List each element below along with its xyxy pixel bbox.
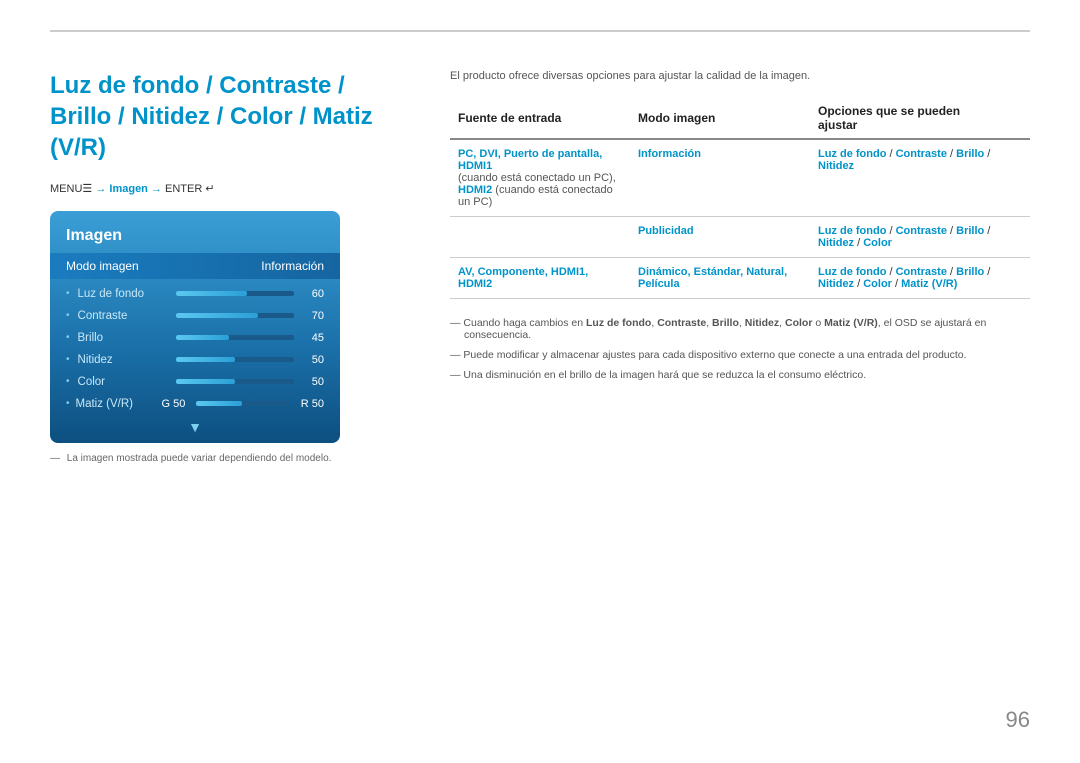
image-note: — La imagen mostrada puede variar depend…: [50, 453, 410, 464]
osd-value-nitidez: 50: [300, 354, 324, 366]
note-3: Una disminución en el brillo de la image…: [450, 365, 1030, 385]
options-1: Luz de fondo / Contraste / Brillo / Niti…: [810, 139, 1030, 217]
col-header-mode: Modo imagen: [630, 98, 810, 139]
right-column: El producto ofrece diversas opciones par…: [450, 70, 1030, 464]
info-table: Fuente de entrada Modo imagen Opciones q…: [450, 98, 1030, 299]
source-pc: PC, DVI, Puerto de pantalla, HDMI1 (cuan…: [450, 139, 630, 217]
mode-dinamico: Dinámico, Estándar, Natural, Película: [630, 258, 810, 299]
osd-matiz-fill-g: [196, 401, 242, 406]
osd-bar-fill-luz: [176, 291, 247, 296]
osd-mode-value: Información: [261, 259, 324, 273]
osd-bar-fill-contraste: [176, 313, 259, 318]
osd-label-matiz: Matiz (V/R): [76, 398, 156, 410]
mode-publicidad: Publicidad: [630, 217, 810, 258]
osd-matiz-g: G 50: [162, 398, 190, 410]
osd-bar-color: [176, 379, 294, 384]
left-column: Luz de fondo / Contraste / Brillo / Niti…: [50, 70, 410, 464]
right-intro: El producto ofrece diversas opciones par…: [450, 70, 1030, 82]
table-row-2: Publicidad Luz de fondo / Contraste / Br…: [450, 217, 1030, 258]
osd-dot-matiz: •: [66, 398, 70, 409]
osd-value-brillo: 45: [300, 332, 324, 344]
osd-item-contraste: • Contraste 70: [50, 305, 340, 327]
osd-item-nitidez: • Nitidez 50: [50, 349, 340, 371]
osd-matiz-bar-g: [196, 401, 288, 406]
osd-bar-luz-container: 60: [176, 288, 324, 300]
menu-icon: ☰: [82, 183, 92, 195]
imagen-label: Imagen: [109, 183, 148, 195]
osd-item-luz: • Luz de fondo 60: [50, 283, 340, 305]
table-row-3: AV, Componente, HDMI1, HDMI2 Dinámico, E…: [450, 258, 1030, 299]
table-row-1: PC, DVI, Puerto de pantalla, HDMI1 (cuan…: [450, 139, 1030, 217]
arrow2: →: [151, 183, 165, 195]
col-header-source: Fuente de entrada: [450, 98, 630, 139]
osd-dot: •: [66, 376, 70, 387]
osd-bar-contraste: [176, 313, 294, 318]
osd-item-matiz: • Matiz (V/R) G 50 R 50: [50, 393, 340, 415]
notes-section: Cuando haga cambios en Luz de fondo, Con…: [450, 313, 1030, 385]
osd-bar-fill-color: [176, 379, 235, 384]
osd-item-brillo: • Brillo 45: [50, 327, 340, 349]
osd-label-nitidez: Nitidez: [78, 354, 168, 366]
osd-label-luz: Luz de fondo: [78, 288, 168, 300]
osd-bar-brillo-container: 45: [176, 332, 324, 344]
source-av: AV, Componente, HDMI1, HDMI2: [450, 258, 630, 299]
menu-label: MENU: [50, 183, 82, 195]
osd-bar-nitidez: [176, 357, 294, 362]
osd-dot: •: [66, 310, 70, 321]
note-1: Cuando haga cambios en Luz de fondo, Con…: [450, 313, 1030, 345]
osd-value-color: 50: [300, 376, 324, 388]
osd-bar-luz: [176, 291, 294, 296]
osd-label-contraste: Contraste: [78, 310, 168, 322]
osd-bar-fill-nitidez: [176, 357, 235, 362]
osd-bar-nitidez-container: 50: [176, 354, 324, 366]
osd-bar-contraste-container: 70: [176, 310, 324, 322]
osd-dot: •: [66, 288, 70, 299]
source-empty: [450, 217, 630, 258]
osd-mode-row: Modo imagen Información: [50, 253, 340, 279]
osd-label-brillo: Brillo: [78, 332, 168, 344]
osd-dot: •: [66, 332, 70, 343]
osd-menu: Imagen Modo imagen Información • Luz de …: [50, 211, 340, 443]
osd-value-contraste: 70: [300, 310, 324, 322]
arrow1: →: [95, 183, 109, 195]
page-number: 96: [1006, 707, 1030, 733]
osd-item-color: • Color 50: [50, 371, 340, 393]
col-header-options: Opciones que se puedenajustar: [810, 98, 1030, 139]
osd-value-luz: 60: [300, 288, 324, 300]
page-title: Luz de fondo / Contraste / Brillo / Niti…: [50, 70, 410, 164]
mode-info: Información: [630, 139, 810, 217]
options-2: Luz de fondo / Contraste / Brillo / Niti…: [810, 217, 1030, 258]
osd-scroll-arrow: ▼: [50, 419, 340, 435]
osd-bar-brillo: [176, 335, 294, 340]
osd-label-color: Color: [78, 376, 168, 388]
osd-bar-color-container: 50: [176, 376, 324, 388]
page-container: Luz de fondo / Contraste / Brillo / Niti…: [0, 0, 1080, 763]
osd-mode-label: Modo imagen: [66, 259, 139, 273]
osd-matiz-r: R 50: [294, 398, 324, 410]
options-3: Luz de fondo / Contraste / Brillo / Niti…: [810, 258, 1030, 299]
osd-bar-fill-brillo: [176, 335, 229, 340]
menu-path: MENU☰ → Imagen → ENTER ↵: [50, 182, 410, 195]
osd-dot: •: [66, 354, 70, 365]
osd-title: Imagen: [50, 223, 340, 253]
note-2: Puede modificar y almacenar ajustes para…: [450, 345, 1030, 365]
enter-label: ENTER ↵: [165, 183, 215, 195]
top-divider: [50, 30, 1030, 32]
